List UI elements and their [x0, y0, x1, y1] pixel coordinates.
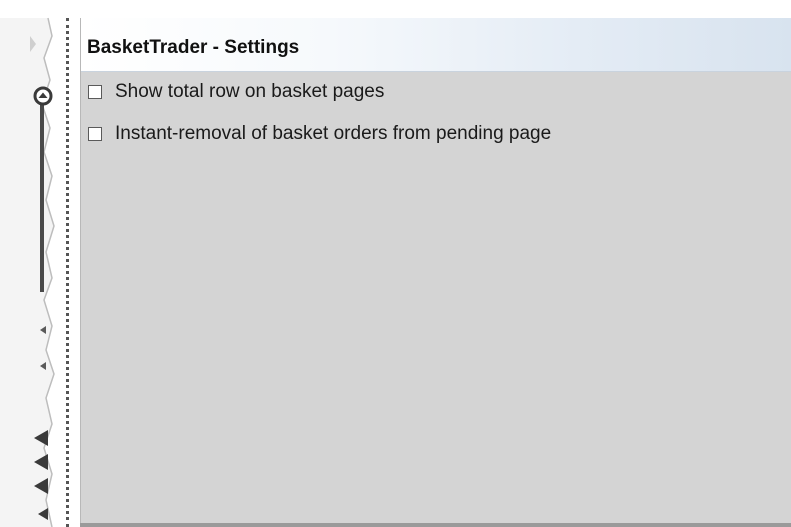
- instant-removal-label: Instant-removal of basket orders from pe…: [115, 123, 552, 144]
- instant-removal-checkbox[interactable]: [88, 127, 102, 141]
- settings-panel: BasketTrader - Settings Show total row o…: [80, 18, 791, 527]
- panel-bottom-border: [80, 523, 791, 527]
- instant-removal-option[interactable]: Instant-removal of basket orders from pe…: [88, 122, 551, 146]
- show-total-row-checkbox[interactable]: [88, 85, 102, 99]
- chevron-up-icon[interactable]: [33, 86, 53, 106]
- panel-header: BasketTrader - Settings: [81, 18, 791, 72]
- screenshot-canvas: BasketTrader - Settings Show total row o…: [0, 0, 791, 527]
- panel-title: BasketTrader - Settings: [87, 37, 300, 58]
- panel-separator[interactable]: [66, 18, 69, 527]
- show-total-row-label: Show total row on basket pages: [115, 81, 385, 102]
- show-total-row-option[interactable]: Show total row on basket pages: [88, 80, 384, 104]
